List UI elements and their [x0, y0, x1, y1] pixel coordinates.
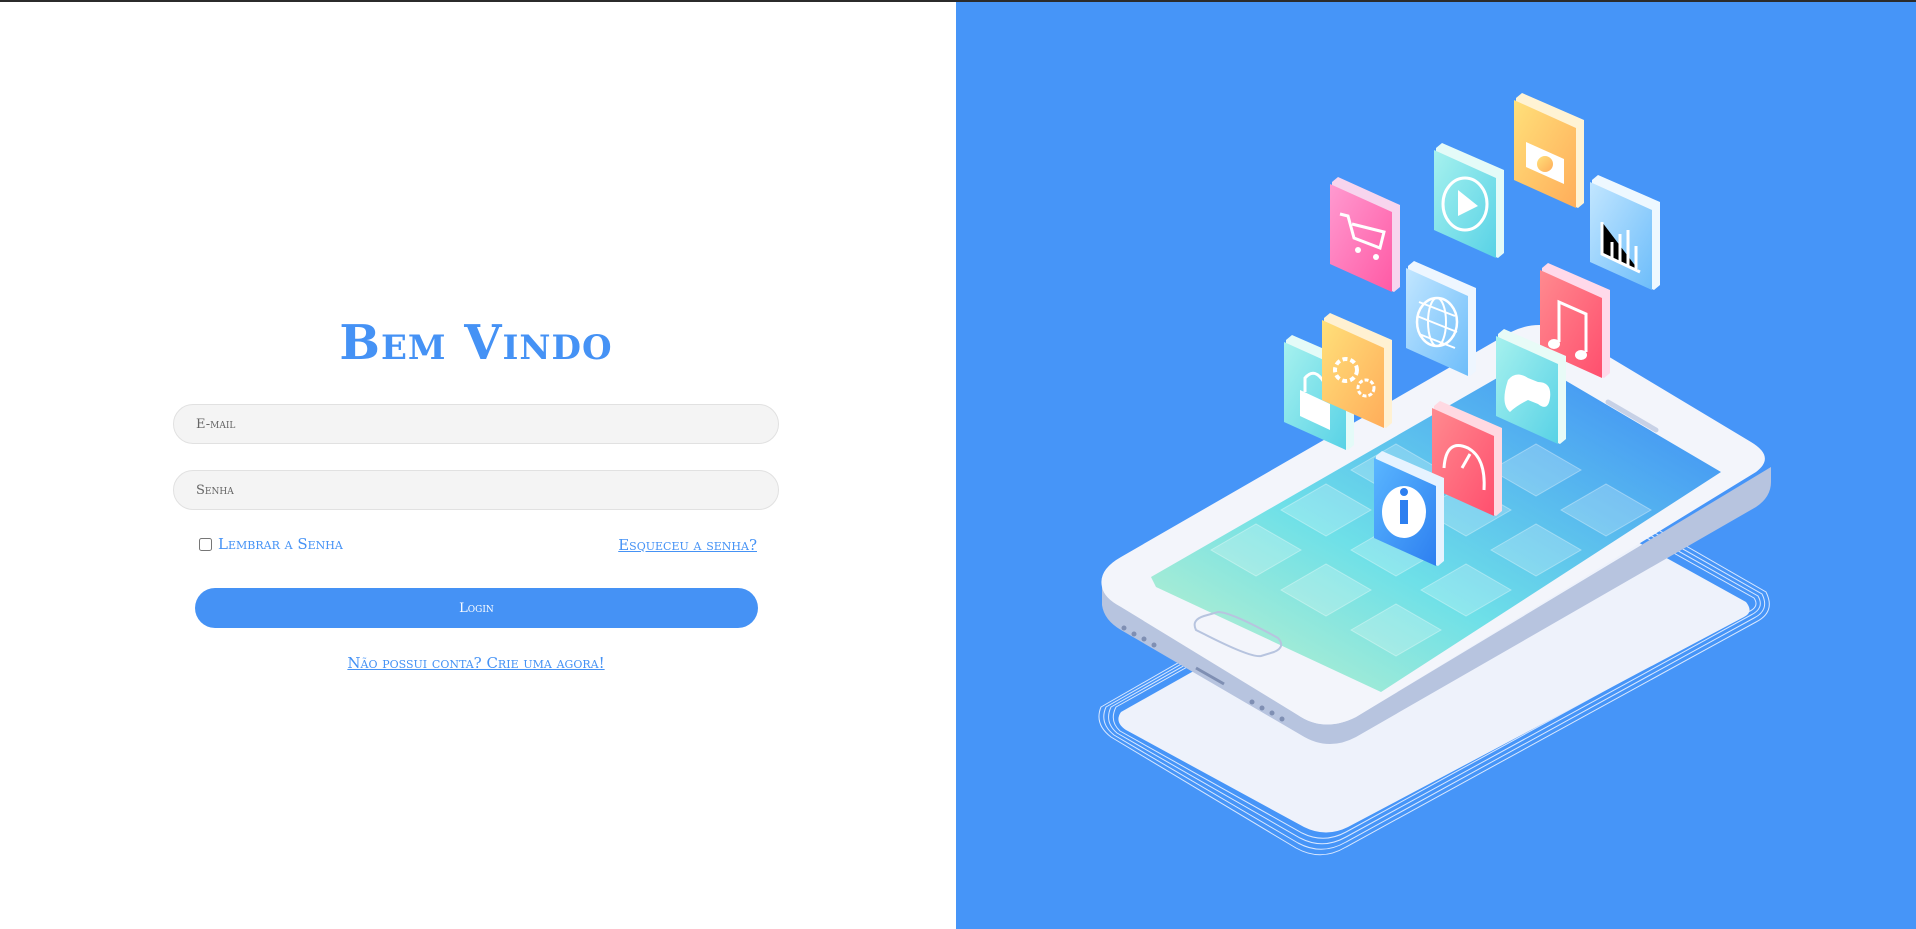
play-icon: [1434, 143, 1504, 258]
page-title: Bem Vindo: [339, 315, 613, 371]
email-field[interactable]: [173, 404, 779, 444]
smartphone-illustration: [1098, 93, 1771, 856]
password-field[interactable]: [173, 470, 779, 510]
remember-password[interactable]: Lembrar a Senha: [199, 535, 343, 553]
illustration-panel: [956, 2, 1916, 929]
globe-icon: [1406, 261, 1476, 376]
top-border: [0, 0, 1916, 2]
remember-label: Lembrar a Senha: [218, 535, 343, 553]
shopping-cart-icon: [1330, 177, 1400, 292]
camera-icon: [1514, 93, 1584, 208]
forgot-password-link[interactable]: Esqueceu a senha?: [618, 536, 757, 554]
signup-link[interactable]: Não possui conta? Crie uma agora!: [347, 654, 604, 672]
signup-row: Não possui conta? Crie uma agora!: [0, 654, 952, 672]
remember-checkbox[interactable]: [199, 537, 212, 551]
login-button[interactable]: Login: [195, 588, 758, 628]
login-panel: Bem Vindo Lembrar a Senha Esqueceu a sen…: [0, 2, 956, 929]
bar-chart-icon: [1590, 175, 1660, 290]
